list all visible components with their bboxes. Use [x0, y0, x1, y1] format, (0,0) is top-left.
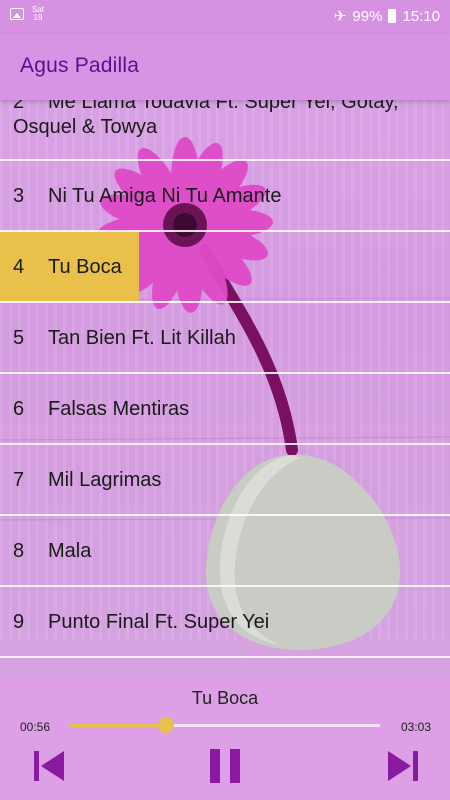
- track-title: Tan Bien Ft. Lit Killah: [48, 327, 236, 349]
- track-title: Mala: [48, 540, 92, 562]
- track-row-selected[interactable]: 4 Tu Boca: [0, 232, 450, 303]
- gallery-notification-icon: [10, 8, 24, 20]
- track-number: 4: [13, 256, 25, 278]
- skip-previous-icon: [34, 751, 64, 781]
- current-time: 00:56: [20, 720, 51, 734]
- track-row[interactable]: 8 Mala: [0, 516, 450, 587]
- previous-button[interactable]: [28, 746, 72, 786]
- track-row[interactable]: 6 Falsas Mentiras: [0, 374, 450, 445]
- battery-charging-icon: [388, 9, 397, 23]
- track-title: Falsas Mentiras: [48, 398, 190, 420]
- calendar-date-icon: Sat 19: [32, 6, 44, 22]
- pause-icon: [210, 749, 240, 783]
- skip-next-icon: [388, 751, 418, 781]
- track-list[interactable]: 2 Me Llama Todavia Ft. Super Yei, Gotay,…: [0, 90, 450, 660]
- app-bar: Agus Padilla: [0, 34, 450, 100]
- battery-percent: 99%: [352, 7, 383, 25]
- track-number: 9: [13, 611, 25, 633]
- track-number: 7: [13, 469, 25, 491]
- track-number: 5: [13, 327, 25, 349]
- now-playing-title: Tu Boca: [191, 688, 259, 708]
- track-row[interactable]: 2 Me Llama Todavia Ft. Super Yei, Gotay,…: [0, 90, 450, 161]
- next-button[interactable]: [380, 746, 424, 786]
- track-title: Ni Tu Amiga Ni Tu Amante: [48, 185, 282, 207]
- status-bar: Sat 19 ✈ 99% 15:10: [0, 0, 450, 34]
- track-title: Punto Final Ft. Super Yei: [48, 611, 270, 633]
- airplane-mode-icon: ✈: [333, 8, 347, 25]
- seek-thumb[interactable]: [158, 717, 175, 733]
- track-number: 8: [13, 540, 25, 562]
- seek-bar[interactable]: [70, 717, 380, 733]
- track-row[interactable]: 5 Tan Bien Ft. Lit Killah: [0, 303, 450, 374]
- seek-progress: [70, 724, 167, 727]
- track-number: 6: [13, 398, 25, 420]
- track-duration: 03:03: [400, 720, 431, 734]
- status-date-num: 19: [33, 13, 43, 22]
- track-number: 3: [13, 185, 25, 207]
- track-row[interactable]: 7 Mil Lagrimas: [0, 445, 450, 516]
- track-title: Mil Lagrimas: [48, 469, 162, 491]
- pause-button[interactable]: [203, 746, 247, 786]
- app-title: Agus Padilla: [20, 54, 140, 77]
- track-title: Tu Boca: [48, 256, 122, 278]
- track-title-continued: Osquel & Towya: [13, 116, 158, 138]
- player-panel: Tu Boca 00:56 03:03: [0, 676, 450, 800]
- track-row[interactable]: 3 Ni Tu Amiga Ni Tu Amante: [0, 161, 450, 232]
- status-time: 15:10: [402, 7, 440, 25]
- track-row[interactable]: 9 Punto Final Ft. Super Yei: [0, 587, 450, 658]
